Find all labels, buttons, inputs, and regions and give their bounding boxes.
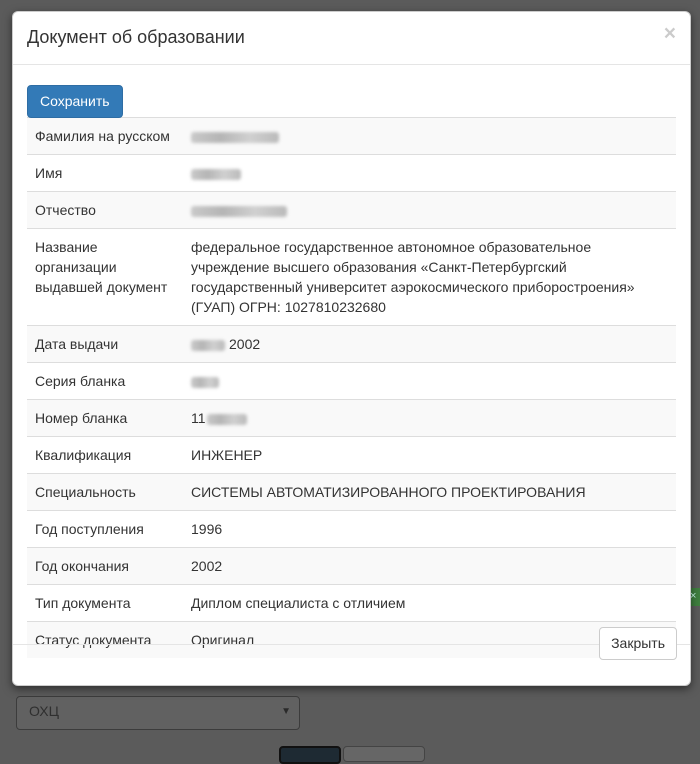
field-value-cell: ИНЖЕНЕР <box>183 436 676 474</box>
table-row: Серия бланка <box>27 362 676 400</box>
table-row: Название организации выдавшей документ фе… <box>27 228 676 326</box>
table-row: Дата выдачи 2002 <box>27 325 676 363</box>
field-value: 2002 <box>229 336 261 352</box>
redacted-value <box>191 339 225 351</box>
field-label: Год окончания <box>27 547 183 585</box>
field-value-cell: СИСТЕМЫ АВТОМАТИЗИРОВАННОГО ПРОЕКТИРОВАН… <box>183 473 676 511</box>
field-value-cell: 11 <box>183 399 676 437</box>
table-row: Имя <box>27 154 676 192</box>
field-label: Фамилия на русском <box>27 117 183 155</box>
modal-footer: Закрыть <box>13 627 690 685</box>
field-label: Серия бланка <box>27 362 183 400</box>
redacted-value <box>191 205 287 217</box>
field-label: Отчество <box>27 191 183 229</box>
field-value: ИНЖЕНЕР <box>191 447 263 463</box>
field-label: Номер бланка <box>27 399 183 437</box>
field-value-cell: 2002 <box>183 325 676 363</box>
table-row: Квалификация ИНЖЕНЕР <box>27 436 676 474</box>
field-value-cell <box>183 154 676 192</box>
toolbar: Сохранить <box>27 85 676 118</box>
table-row: Фамилия на русском <box>27 117 676 155</box>
field-label: Квалификация <box>27 436 183 474</box>
field-value: 2002 <box>191 558 223 574</box>
field-label: Специальность <box>27 473 183 511</box>
modal-title: Документ об образовании <box>27 27 245 47</box>
field-value: федеральное государственное автономное о… <box>191 239 635 315</box>
field-value-cell: Диплом специалиста с отличием <box>183 584 676 622</box>
education-document-modal: Документ об образовании × Сохранить Фами… <box>12 11 691 686</box>
field-value: СИСТЕМЫ АВТОМАТИЗИРОВАННОГО ПРОЕКТИРОВАН… <box>191 484 586 500</box>
field-value-cell: 1996 <box>183 510 676 548</box>
table-row: Год окончания 2002 <box>27 547 676 585</box>
modal-header: Документ об образовании × <box>13 12 690 65</box>
redacted-value <box>191 168 241 180</box>
table-row: Тип документа Диплом специалиста с отличи… <box>27 584 676 622</box>
background-button-light <box>343 746 425 762</box>
save-button[interactable]: Сохранить <box>27 85 123 118</box>
field-label: Год поступления <box>27 510 183 548</box>
close-button[interactable]: Закрыть <box>599 627 677 660</box>
redacted-value <box>191 131 279 143</box>
modal-body: Сохранить Фамилия на русском Имя Отчество Н… <box>13 65 690 658</box>
background-select: ОХЦ ▼ <box>16 696 300 730</box>
chevron-down-icon: ▼ <box>281 706 291 717</box>
document-info-table: Фамилия на русском Имя Отчество Название ор… <box>27 117 676 658</box>
table-row: Год поступления 1996 <box>27 510 676 548</box>
field-value-cell: 2002 <box>183 547 676 585</box>
table-row: Специальность СИСТЕМЫ АВТОМАТИЗИРОВАННОГО… <box>27 473 676 511</box>
field-value-cell <box>183 362 676 400</box>
field-label: Тип документа <box>27 584 183 622</box>
field-value-cell <box>183 191 676 229</box>
field-label: Имя <box>27 154 183 192</box>
field-value-cell: федеральное государственное автономное о… <box>183 228 676 326</box>
background-button-dark <box>279 746 341 764</box>
field-value: 1996 <box>191 521 223 537</box>
redacted-value <box>206 413 247 425</box>
close-icon[interactable]: × <box>664 23 676 44</box>
field-value: Диплом специалиста с отличием <box>191 595 406 611</box>
table-row: Отчество <box>27 191 676 229</box>
redacted-value <box>191 376 219 388</box>
field-label: Название организации выдавшей документ <box>27 228 183 326</box>
background-select-value: ОХЦ <box>29 703 59 719</box>
field-label: Дата выдачи <box>27 325 183 363</box>
field-value-cell <box>183 117 676 155</box>
table-row: Номер бланка 11 <box>27 399 676 437</box>
field-value: 11 <box>191 410 206 426</box>
